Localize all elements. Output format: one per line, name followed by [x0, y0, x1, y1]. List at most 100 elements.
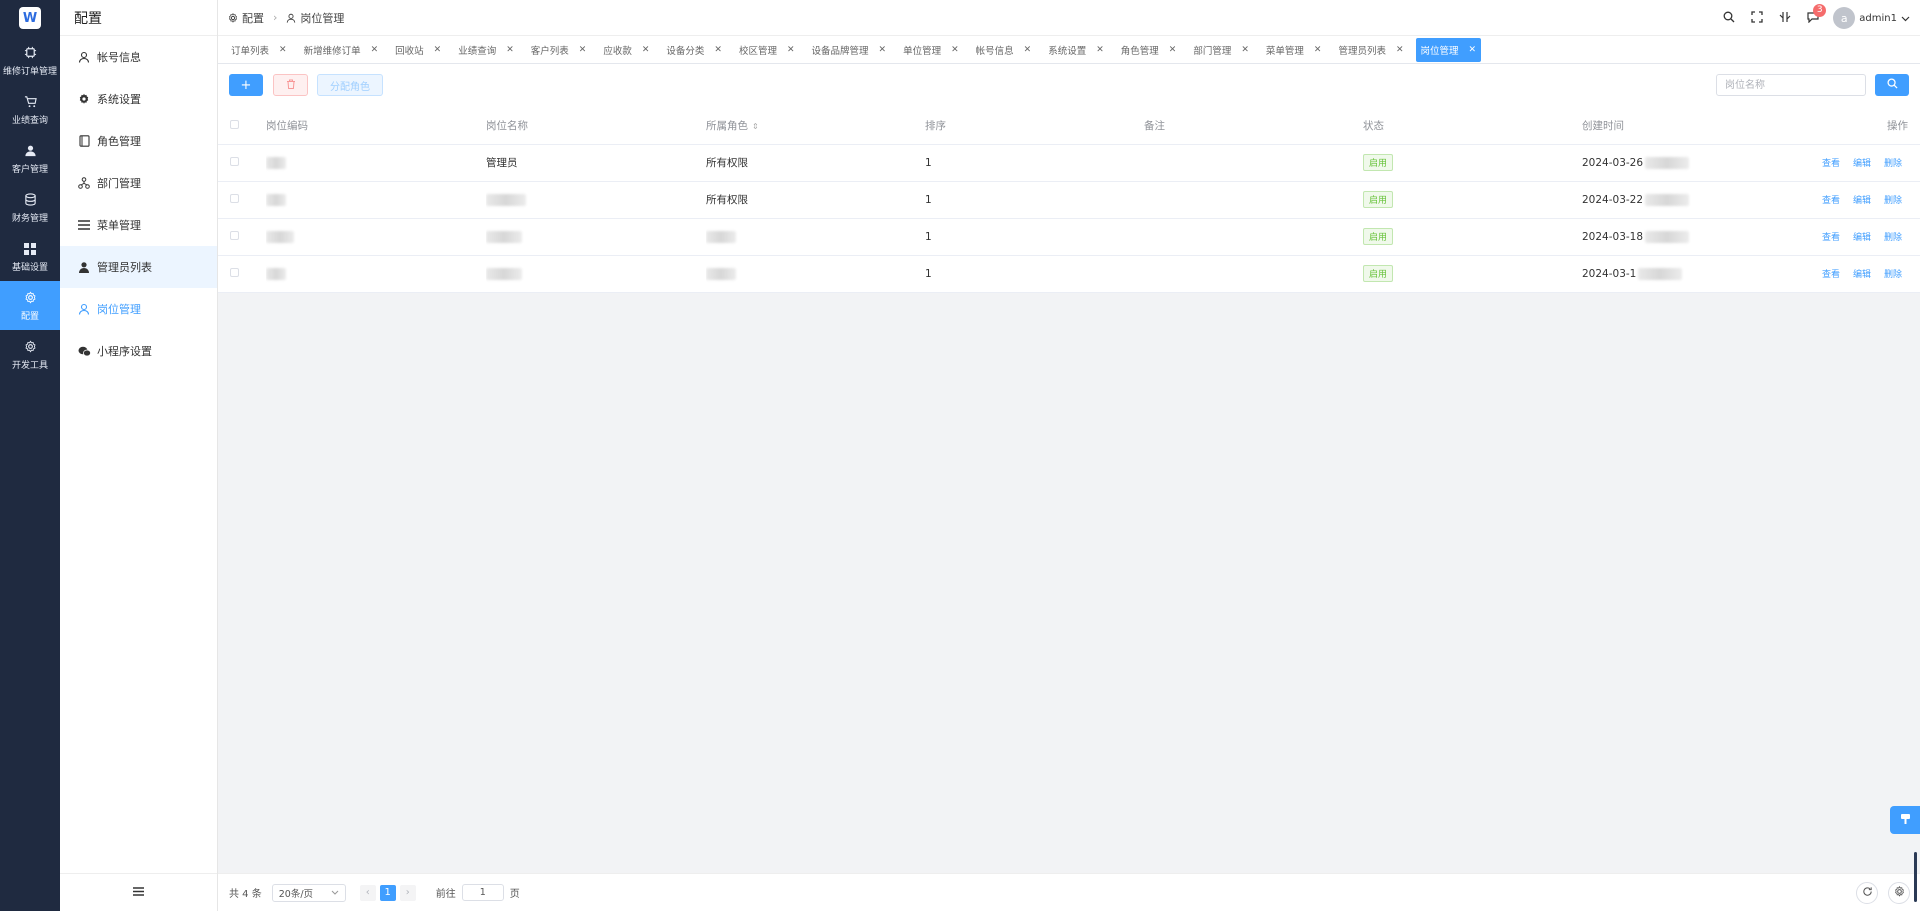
submenu-item-account-info[interactable]: 帐号信息 [60, 36, 217, 78]
view-link[interactable]: 查看 [1822, 233, 1840, 243]
tab-item[interactable]: 部门管理 ✕ [1188, 38, 1254, 62]
tab-item[interactable]: 业绩查询 ✕ [453, 38, 519, 62]
rail-item-label: 开发工具 [11, 360, 48, 371]
submenu-item-department-management[interactable]: 部门管理 [60, 162, 217, 204]
logo-mark: W [19, 7, 41, 29]
tab-item[interactable]: 校区管理 ✕ [734, 38, 800, 62]
tab-item[interactable]: 单位管理 ✕ [898, 38, 964, 62]
submenu-item-label: 系统设置 [97, 93, 141, 106]
fullscreen-button[interactable] [1743, 4, 1771, 32]
rail-item-basic-settings[interactable]: 基础设置 [0, 232, 60, 281]
delete-link[interactable]: 删除 [1884, 270, 1902, 280]
next-page-button[interactable]: › [399, 884, 416, 901]
submenu-item-position-management[interactable]: 岗位管理 [60, 288, 217, 330]
footer-tools [1846, 882, 1910, 904]
prev-page-button[interactable]: ‹ [359, 884, 376, 901]
settings-button[interactable] [1888, 882, 1910, 904]
tab-item[interactable]: 管理员列表 ✕ [1333, 38, 1408, 62]
close-icon[interactable]: ✕ [1169, 45, 1177, 55]
search-button[interactable] [1715, 4, 1743, 32]
close-icon[interactable]: ✕ [1396, 45, 1404, 55]
breadcrumb-root[interactable]: 配置 [242, 10, 264, 26]
close-icon[interactable]: ✕ [642, 45, 650, 55]
user-menu[interactable]: a admin1 [1833, 7, 1910, 29]
close-icon[interactable]: ✕ [714, 45, 722, 55]
main-content: + 分配角色 岗位编码 岗位名称 所属角色⇕ 排序 备注 状态 创建时间 操作 … [218, 64, 1920, 873]
close-icon[interactable]: ✕ [434, 45, 442, 55]
rail-item-performance[interactable]: 业绩查询 [0, 85, 60, 134]
close-icon[interactable]: ✕ [1241, 45, 1249, 55]
tab-item[interactable]: 岗位管理 ✕ [1415, 37, 1482, 62]
layout-button[interactable] [1771, 4, 1799, 32]
collapse-menu-button[interactable] [60, 873, 217, 911]
submenu-item-role-management[interactable]: 角色管理 [60, 120, 217, 162]
select-all-checkbox[interactable] [230, 119, 239, 129]
row-checkbox[interactable] [230, 230, 239, 240]
tab-item[interactable]: 帐号信息 ✕ [971, 38, 1037, 62]
delete-link[interactable]: 删除 [1884, 196, 1902, 206]
tab-item[interactable]: 订单列表 ✕ [226, 38, 292, 62]
rail-item-repair-orders[interactable]: 维修订单管理 [0, 36, 60, 85]
view-link[interactable]: 查看 [1822, 270, 1840, 280]
wechat-icon [77, 344, 91, 358]
close-icon[interactable]: ✕ [1096, 45, 1104, 55]
redacted-time [1645, 193, 1690, 206]
view-link[interactable]: 查看 [1822, 159, 1840, 169]
submenu-item-menu-management[interactable]: 菜单管理 [60, 204, 217, 246]
tab-item[interactable]: 设备分类 ✕ [661, 38, 727, 62]
table-row: 1 启用 2024-03-1 查看 编辑 删除 [218, 255, 1920, 293]
edit-link[interactable]: 编辑 [1853, 159, 1871, 169]
page-size-select[interactable]: 20条/页 [271, 883, 346, 902]
tab-item[interactable]: 新增维修订单 ✕ [299, 38, 384, 62]
rail-item-dev-tools[interactable]: 开发工具 [0, 330, 60, 379]
submenu-item-admin-list[interactable]: 管理员列表 [60, 246, 217, 288]
floating-tool-button[interactable] [1890, 806, 1920, 834]
delete-button[interactable] [273, 74, 308, 96]
search-submit-button[interactable] [1875, 74, 1909, 96]
close-icon[interactable]: ✕ [787, 45, 795, 55]
app-logo[interactable]: W [0, 0, 60, 36]
tab-item[interactable]: 系统设置 ✕ [1043, 38, 1109, 62]
rail-item-finance[interactable]: 财务管理 [0, 183, 60, 232]
column-header-sortable[interactable]: 所属角色 ⇕ [706, 108, 925, 145]
close-icon[interactable]: ✕ [879, 45, 887, 55]
assign-role-button[interactable]: 分配角色 [317, 74, 383, 96]
view-link[interactable]: 查看 [1822, 196, 1840, 206]
tab-item[interactable]: 回收站 ✕ [390, 38, 446, 62]
submenu-title: 配置 [60, 0, 217, 36]
refresh-button[interactable] [1856, 882, 1878, 904]
edit-link[interactable]: 编辑 [1853, 270, 1871, 280]
position-name-search-input[interactable] [1716, 74, 1866, 96]
tab-item[interactable]: 角色管理 ✕ [1116, 38, 1182, 62]
rail-item-config[interactable]: 配置 [0, 281, 60, 330]
close-icon[interactable]: ✕ [951, 45, 959, 55]
row-checkbox[interactable] [230, 267, 239, 277]
row-checkbox[interactable] [230, 193, 239, 203]
delete-link[interactable]: 删除 [1884, 159, 1902, 169]
goto-page-input[interactable]: 1 [461, 884, 504, 901]
row-checkbox[interactable] [230, 156, 239, 166]
tab-item[interactable]: 菜单管理 ✕ [1261, 38, 1327, 62]
rail-item-customers[interactable]: 客户管理 [0, 134, 60, 183]
edit-link[interactable]: 编辑 [1853, 233, 1871, 243]
messages-button[interactable]: 3 [1799, 4, 1827, 32]
tab-item[interactable]: 设备品牌管理 ✕ [807, 38, 892, 62]
close-icon[interactable]: ✕ [1024, 45, 1032, 55]
page-number-current[interactable]: 1 [379, 884, 396, 901]
tab-item[interactable]: 应收款 ✕ [598, 38, 654, 62]
add-button[interactable]: + [229, 74, 263, 96]
tab-item[interactable]: 客户列表 ✕ [526, 38, 592, 62]
column-header: 排序 [925, 108, 1144, 145]
sort-icon[interactable]: ⇕ [752, 122, 759, 131]
scrollbar-thumb[interactable] [1914, 852, 1917, 902]
close-icon[interactable]: ✕ [1314, 45, 1322, 55]
close-icon[interactable]: ✕ [579, 45, 587, 55]
submenu-item-miniprogram-settings[interactable]: 小程序设置 [60, 330, 217, 372]
close-icon[interactable]: ✕ [279, 45, 287, 55]
close-icon[interactable]: ✕ [1469, 45, 1477, 55]
close-icon[interactable]: ✕ [371, 45, 379, 55]
delete-link[interactable]: 删除 [1884, 233, 1902, 243]
close-icon[interactable]: ✕ [506, 45, 514, 55]
submenu-item-system-settings[interactable]: 系统设置 [60, 78, 217, 120]
edit-link[interactable]: 编辑 [1853, 196, 1871, 206]
